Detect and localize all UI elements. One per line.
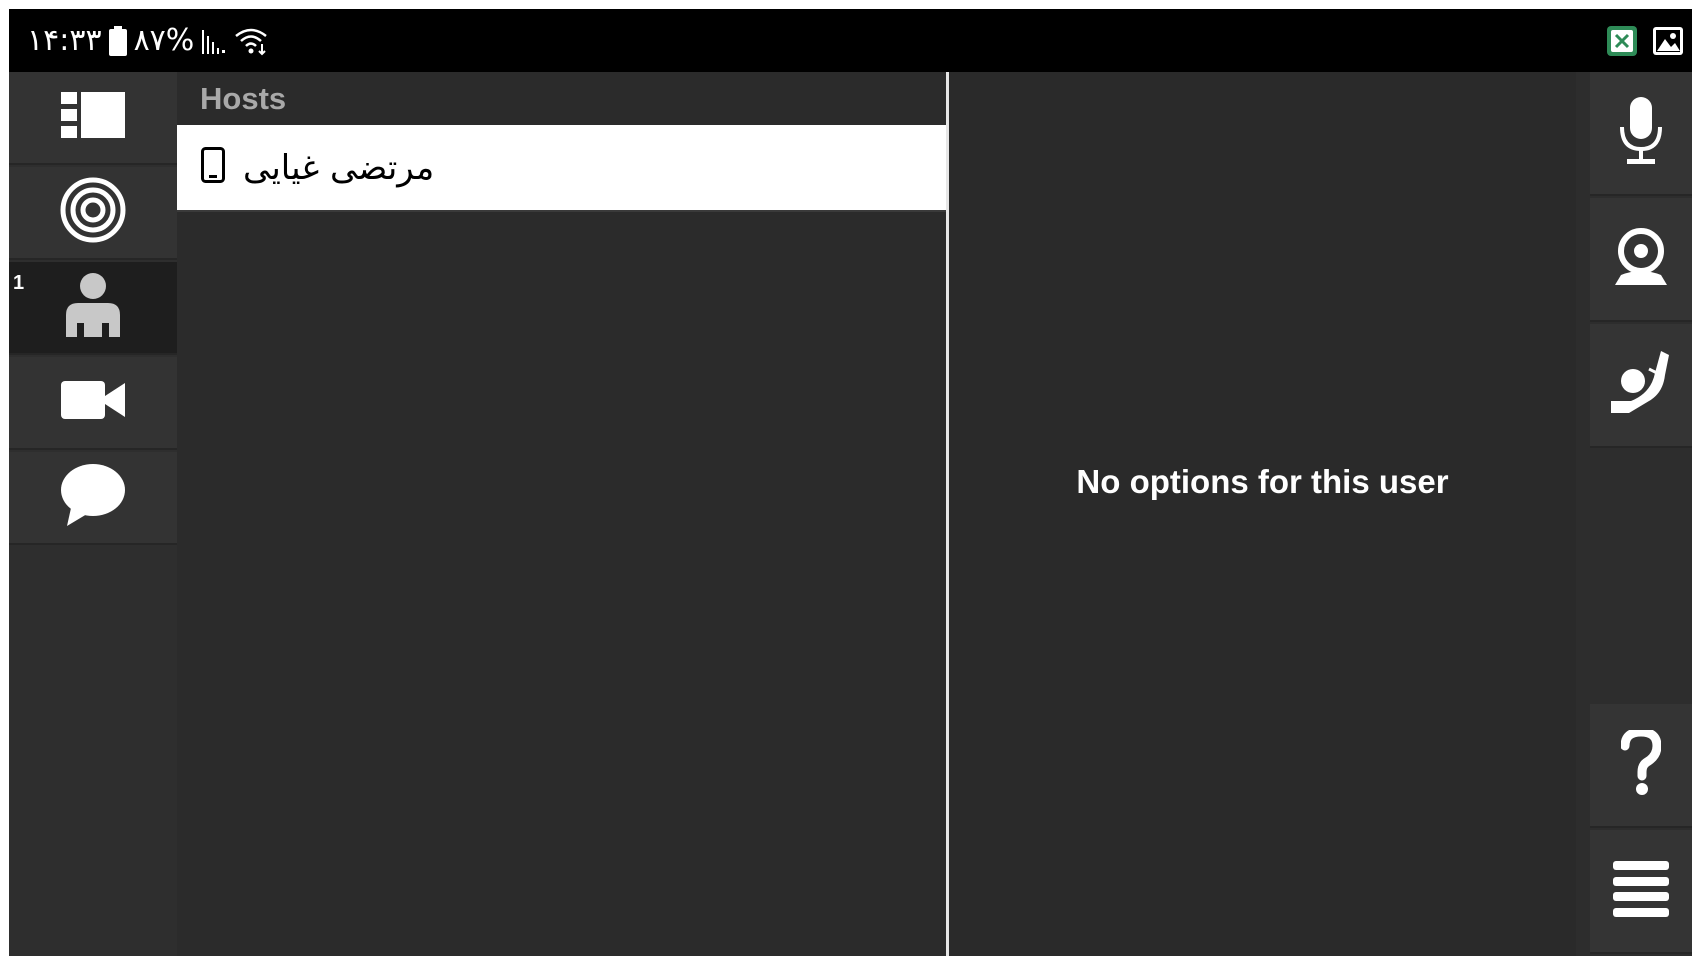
status-bar: ۱۴:۳۳ ۸۷% (9, 9, 1692, 72)
nav-chat[interactable] (9, 452, 177, 545)
microphone-button[interactable] (1590, 72, 1692, 196)
chat-icon (61, 464, 125, 531)
no-options-message: No options for this user (1076, 463, 1449, 500)
nav-target[interactable] (9, 167, 177, 260)
webcam-icon (1613, 227, 1669, 292)
signal-icon (200, 28, 228, 54)
raise-hand-button[interactable] (1590, 324, 1692, 448)
help-icon (1620, 726, 1662, 801)
host-name: مرتضی غیایی (243, 147, 435, 188)
left-nav: 1 (9, 72, 177, 956)
gallery-icon (1652, 26, 1684, 56)
nav-users[interactable]: 1 (9, 262, 177, 355)
wifi-icon (234, 26, 270, 56)
hosts-header: Hosts (177, 72, 954, 125)
app-screen: ۱۴:۳۳ ۸۷% 1 Hosts مرتضی غیایی No options… (9, 9, 1692, 956)
help-button[interactable] (1590, 704, 1692, 828)
nav-layout[interactable] (9, 72, 177, 165)
nav-video[interactable] (9, 357, 177, 450)
battery-percent: ۸۷% (133, 23, 195, 58)
status-time: ۱۴:۳۳ (27, 23, 102, 58)
menu-icon (1613, 860, 1669, 922)
microphone-icon (1619, 96, 1663, 170)
right-toolbar (1576, 72, 1692, 956)
layout-icon (61, 92, 125, 143)
phone-icon (201, 147, 225, 188)
status-left: ۱۴:۳۳ ۸۷% (27, 9, 270, 72)
row-divider (177, 210, 954, 212)
webcam-button[interactable] (1590, 198, 1692, 322)
screen-record-icon (1606, 25, 1638, 57)
battery-icon (108, 25, 128, 56)
host-row[interactable]: مرتضی غیایی (177, 125, 954, 210)
users-count-badge: 1 (13, 272, 25, 294)
target-icon (60, 177, 126, 248)
status-right (1606, 9, 1692, 72)
menu-button[interactable] (1590, 830, 1692, 954)
raise-hand-icon (1609, 350, 1673, 420)
options-panel: No options for this user (949, 72, 1576, 956)
video-camera-icon (61, 381, 125, 424)
hosts-panel: Hosts مرتضی غیایی (177, 72, 954, 956)
users-icon (62, 273, 124, 342)
